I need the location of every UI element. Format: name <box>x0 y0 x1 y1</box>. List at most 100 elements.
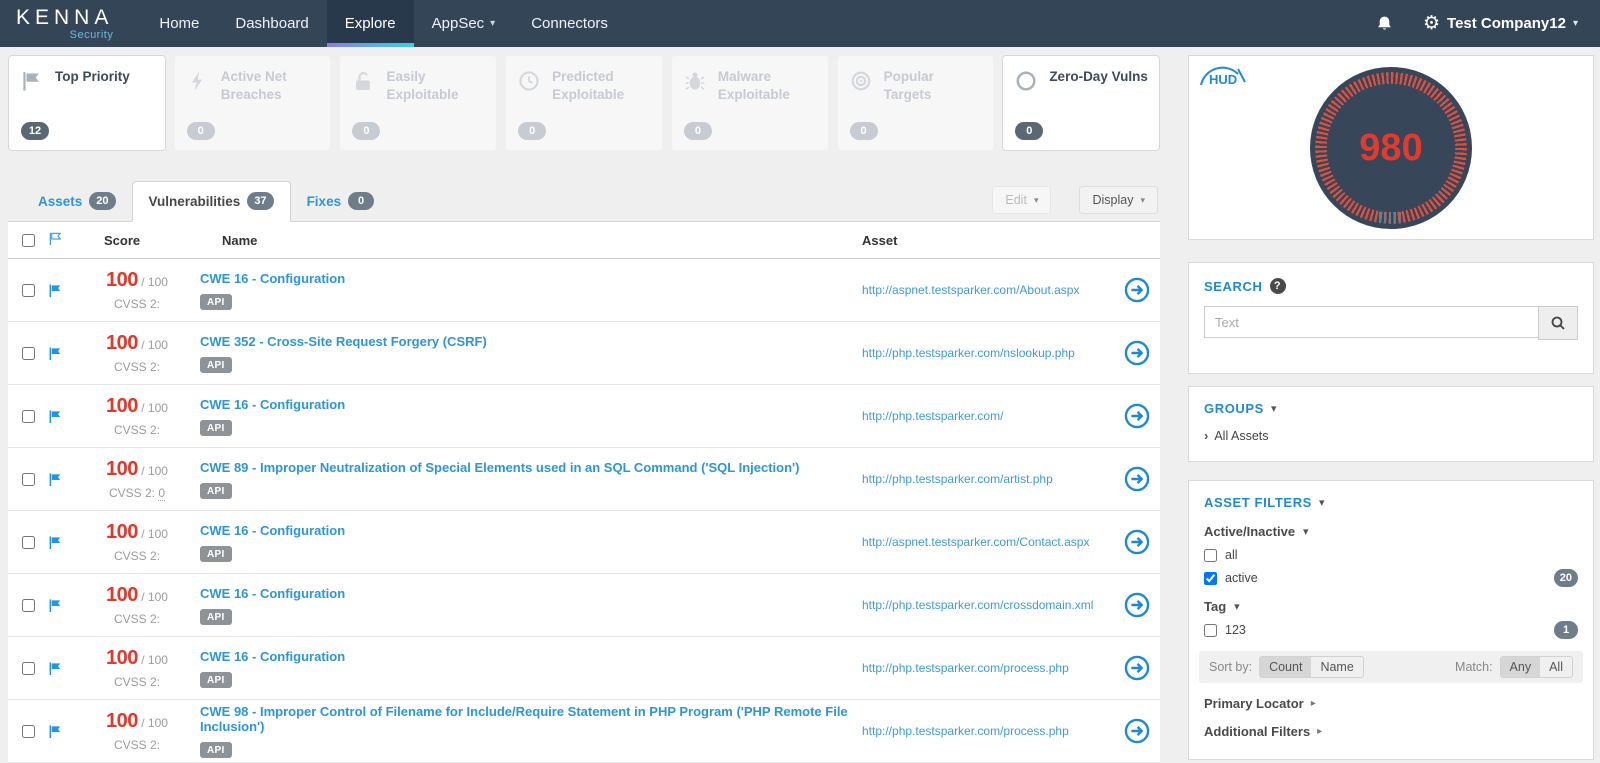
kenna-logo[interactable]: KENNA Security <box>0 0 141 47</box>
card-easily-exploitable[interactable]: Easily Exploitable 0 <box>339 55 498 151</box>
edit-button[interactable]: Edit ▾ <box>992 186 1052 214</box>
asset-link[interactable]: http://php.testsparker.com/process.php <box>862 724 1069 738</box>
asset-link[interactable]: http://php.testsparker.com/ <box>862 409 1003 423</box>
vulnerability-link[interactable]: CWE 16 - Configuration <box>200 586 345 601</box>
notifications-bell-icon[interactable] <box>1376 15 1393 32</box>
row-checkbox[interactable] <box>22 409 35 423</box>
flag-icon[interactable] <box>48 283 63 298</box>
filter-checkbox-123[interactable] <box>1204 623 1217 637</box>
open-vulnerability-arrow-icon[interactable] <box>1124 529 1150 555</box>
tab-assets[interactable]: Assets 20 <box>22 182 132 221</box>
flag-icon[interactable] <box>48 409 63 424</box>
cvss-line: CVSS 2: <box>82 612 192 626</box>
card-predicted-exploitable[interactable]: Predicted Exploitable 0 <box>505 55 663 151</box>
cvss-line: CVSS 2: <box>82 297 192 311</box>
row-checkbox[interactable] <box>22 661 35 675</box>
asset-link[interactable]: http://aspnet.testsparker.com/Contact.as… <box>862 535 1089 549</box>
primary-locator-link[interactable]: Primary Locator ▸ <box>1189 696 1593 711</box>
vulnerability-link[interactable]: CWE 16 - Configuration <box>200 271 345 286</box>
asset-link[interactable]: http://php.testsparker.com/crossdomain.x… <box>862 598 1093 612</box>
card-top-priority[interactable]: Top Priority 12 <box>8 55 166 151</box>
filter-option-all: all <box>1189 548 1593 562</box>
select-all-checkbox[interactable] <box>22 233 35 247</box>
card-zero-day-vulns[interactable]: Zero-Day Vulns 0 <box>1002 55 1161 151</box>
open-vulnerability-arrow-icon[interactable] <box>1124 340 1150 366</box>
flag-icon[interactable] <box>48 661 63 676</box>
vulnerability-link[interactable]: CWE 16 - Configuration <box>200 649 345 664</box>
tab-vulnerabilities[interactable]: Vulnerabilities 37 <box>131 181 291 222</box>
filter-group-active-inactive[interactable]: Active/Inactive ▾ <box>1189 524 1593 539</box>
risk-score-value: 100 <box>106 521 138 543</box>
api-badge: API <box>200 483 232 499</box>
table-row: 100 / 100 CVSS 2: CWE 98 - Improper Cont… <box>8 700 1160 763</box>
row-checkbox[interactable] <box>22 283 35 297</box>
tab-count-badge: 37 <box>247 192 274 210</box>
vulnerability-link[interactable]: CWE 89 - Improper Neutralization of Spec… <box>200 460 799 475</box>
vulnerabilities-table: Score Name Asset 100 / 100 CVSS 2: CWE 1… <box>8 222 1160 763</box>
display-button[interactable]: Display ▾ <box>1079 186 1158 214</box>
open-vulnerability-arrow-icon[interactable] <box>1124 592 1150 618</box>
filter-checkbox-all[interactable] <box>1204 548 1217 562</box>
row-checkbox[interactable] <box>22 346 35 360</box>
flag-icon[interactable] <box>48 472 63 487</box>
sort-name-button[interactable]: Name <box>1311 657 1362 677</box>
match-any-button[interactable]: Any <box>1500 657 1541 677</box>
asset-link[interactable]: http://aspnet.testsparker.com/About.aspx <box>862 283 1079 297</box>
chevron-down-icon[interactable]: ▾ <box>1319 496 1325 509</box>
filter-option-active: active 20 <box>1189 569 1593 587</box>
vulnerability-link[interactable]: CWE 16 - Configuration <box>200 397 345 412</box>
risk-score-max: / 100 <box>141 716 168 730</box>
api-badge: API <box>200 742 232 758</box>
nav-item-label: Explore <box>344 15 396 32</box>
filter-group-tag[interactable]: Tag ▾ <box>1189 599 1593 614</box>
row-checkbox[interactable] <box>22 724 35 738</box>
flag-outline-icon <box>48 231 63 249</box>
vulnerability-link[interactable]: CWE 16 - Configuration <box>200 523 345 538</box>
flag-icon[interactable] <box>48 724 63 739</box>
asset-link[interactable]: http://php.testsparker.com/nslookup.php <box>862 346 1075 360</box>
vulnerability-link[interactable]: CWE 98 - Improper Control of Filename fo… <box>200 704 862 734</box>
search-input[interactable] <box>1204 306 1538 338</box>
row-checkbox[interactable] <box>22 598 35 612</box>
row-checkbox[interactable] <box>22 472 35 486</box>
api-badge: API <box>200 609 232 625</box>
risk-score-value: 100 <box>106 710 138 732</box>
filter-count-badge: 20 <box>1553 569 1578 587</box>
open-vulnerability-arrow-icon[interactable] <box>1124 466 1150 492</box>
chevron-down-icon[interactable]: ▾ <box>1271 402 1277 415</box>
flag-icon[interactable] <box>48 535 63 550</box>
flag-icon[interactable] <box>48 346 63 361</box>
asset-link[interactable]: http://php.testsparker.com/process.php <box>862 661 1069 675</box>
open-vulnerability-arrow-icon[interactable] <box>1124 718 1150 744</box>
flag-icon[interactable] <box>48 598 63 613</box>
card-active-net-breaches[interactable]: Active Net Breaches 0 <box>173 55 332 151</box>
nav-item-explore[interactable]: Explore <box>326 0 414 47</box>
open-vulnerability-arrow-icon[interactable] <box>1124 655 1150 681</box>
open-vulnerability-arrow-icon[interactable] <box>1124 277 1150 303</box>
help-icon[interactable]: ? <box>1269 278 1286 294</box>
total-risk-gauge[interactable]: 980 <box>1310 67 1472 229</box>
nav-item-connectors[interactable]: Connectors <box>513 0 626 47</box>
card-count-badge: 0 <box>1015 122 1044 140</box>
sort-match-bar: Sort by: Count Name Match: Any All <box>1199 651 1583 683</box>
match-all-button[interactable]: All <box>1540 657 1572 677</box>
sort-count-button[interactable]: Count <box>1260 657 1312 677</box>
filter-checkbox-active[interactable] <box>1204 571 1217 585</box>
group-item-all-assets[interactable]: › All Assets <box>1204 428 1578 443</box>
nav-item-dashboard[interactable]: Dashboard <box>217 0 326 47</box>
nav-item-home[interactable]: Home <box>141 0 217 47</box>
card-count-badge: 0 <box>683 122 712 140</box>
card-malware-exploitable[interactable]: Malware Exploitable 0 <box>670 55 829 151</box>
asset-link[interactable]: http://php.testsparker.com/artist.php <box>862 472 1053 486</box>
nav-item-appsec[interactable]: AppSec ▾ <box>414 0 514 47</box>
risk-score-max: / 100 <box>141 401 168 415</box>
tab-fixes[interactable]: Fixes 0 <box>291 182 391 221</box>
row-checkbox[interactable] <box>22 535 35 549</box>
open-vulnerability-arrow-icon[interactable] <box>1124 403 1150 429</box>
search-button[interactable] <box>1538 306 1578 340</box>
card-popular-targets[interactable]: Popular Targets 0 <box>836 55 995 151</box>
vulnerability-link[interactable]: CWE 352 - Cross-Site Request Forgery (CS… <box>200 334 487 349</box>
account-menu[interactable]: ⚙ Test Company12 ▾ <box>1423 14 1578 33</box>
risk-score-value: 100 <box>106 458 138 480</box>
risk-score-value: 100 <box>106 584 138 606</box>
